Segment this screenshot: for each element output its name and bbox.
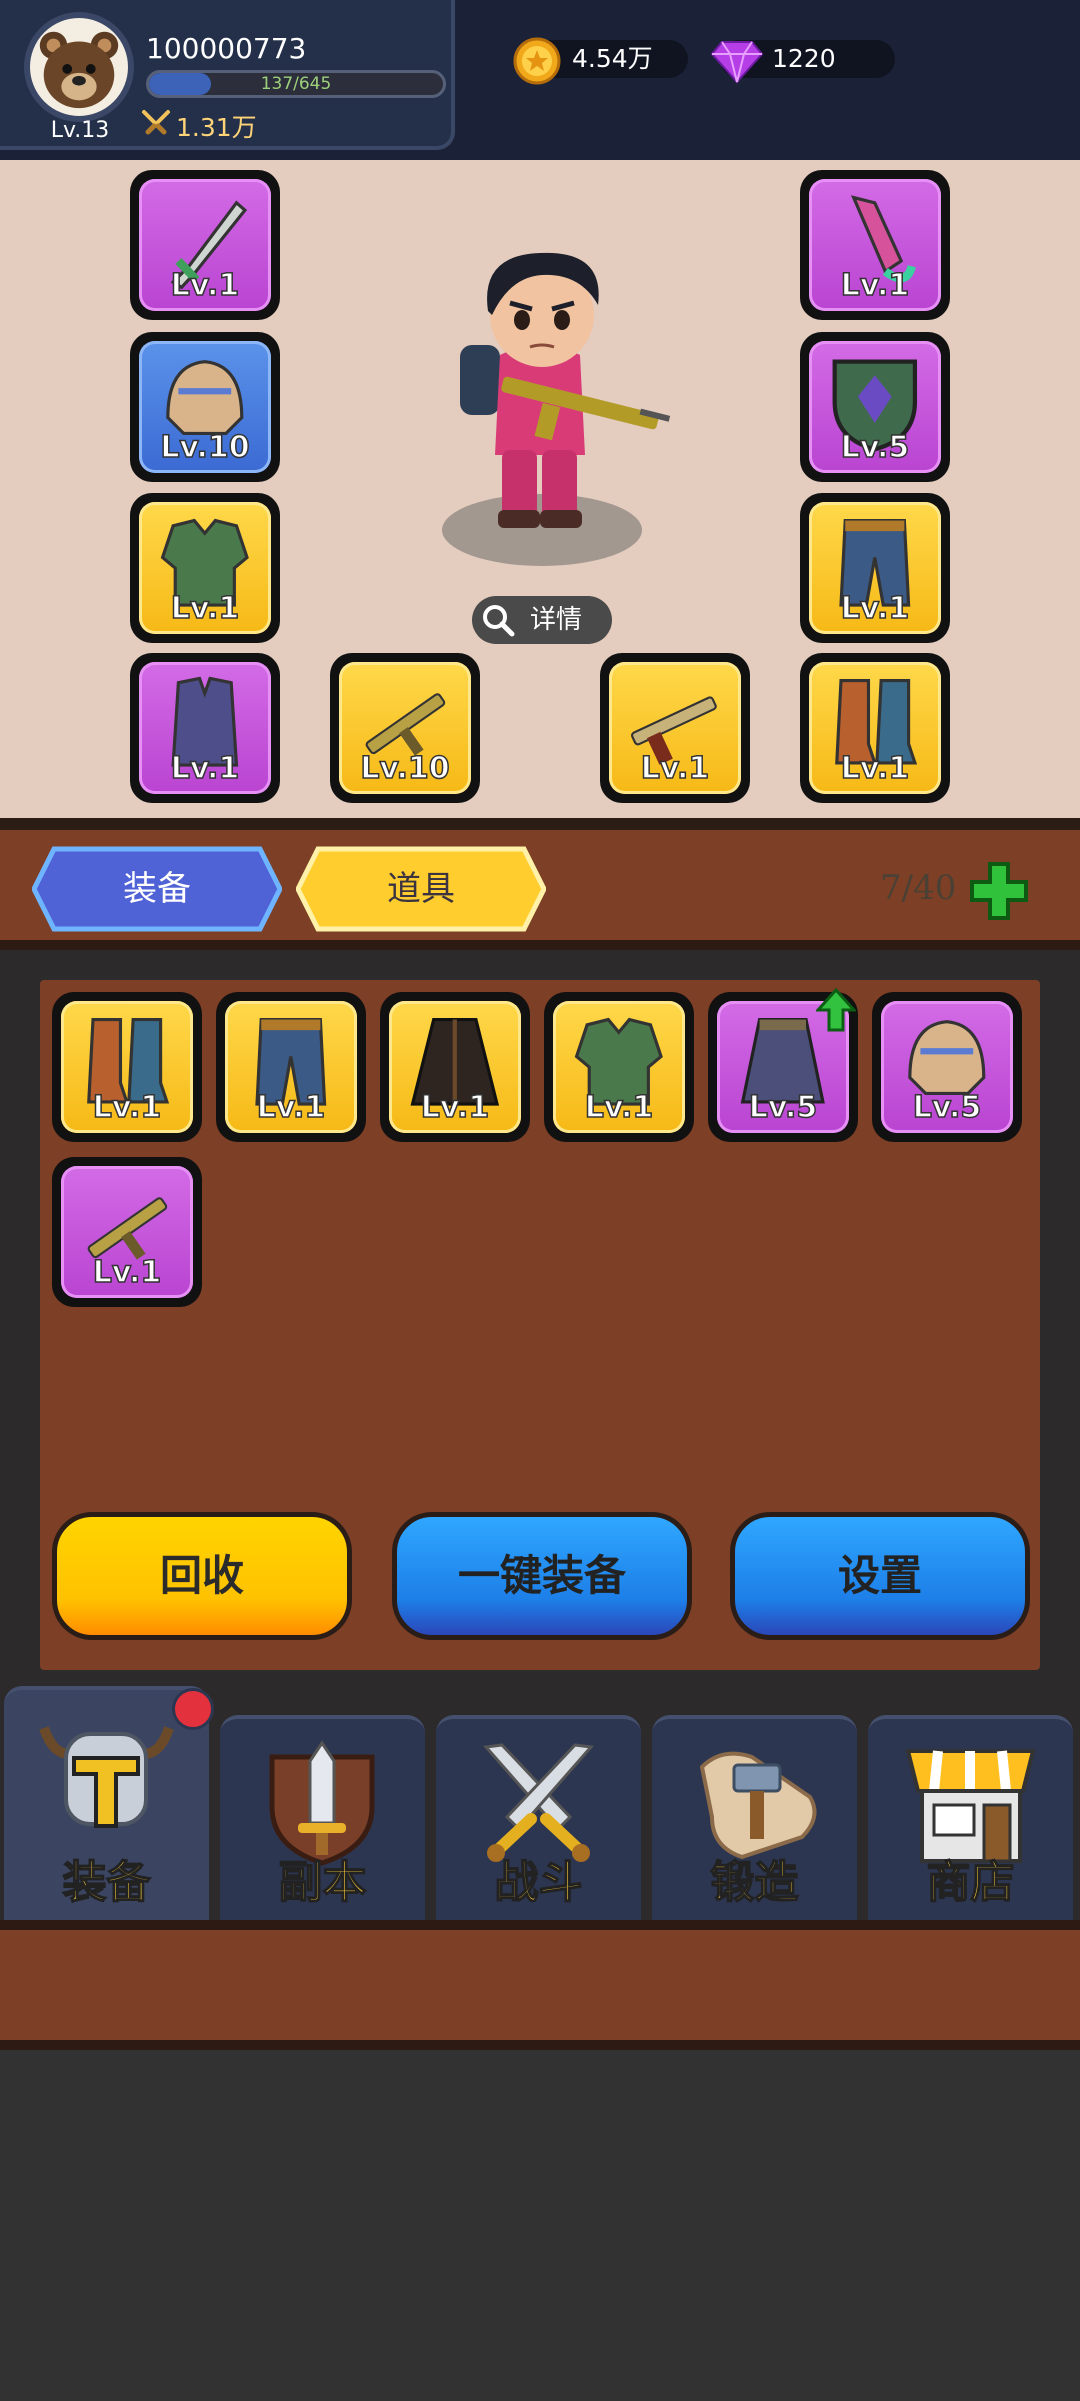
gold-coin-icon bbox=[513, 37, 561, 85]
item-level: Lv.10 bbox=[160, 429, 251, 466]
tab-items-label: 道具 bbox=[387, 869, 455, 909]
equipped-slot-left-3-frame: Lv.1 bbox=[139, 502, 271, 634]
tab-equipment-label: 装备 bbox=[123, 869, 191, 909]
coin-amount: 4.54万 bbox=[572, 44, 653, 73]
combat-power: 1.31万 bbox=[176, 113, 257, 142]
equipped-slot-left-2[interactable]: Lv.10 bbox=[130, 332, 280, 482]
item-level: Lv.10 bbox=[360, 750, 451, 787]
nav-dungeon-label: 副本 bbox=[278, 1856, 368, 1909]
tab-items[interactable]: 道具 bbox=[296, 845, 546, 933]
nav-battle[interactable]: 战斗 bbox=[436, 1715, 641, 1920]
equipped-slot-left-2-frame: Lv.10 bbox=[139, 341, 271, 473]
item-level: Lv.5 bbox=[912, 1089, 982, 1126]
equipped-weapon-slot-2-frame: Lv.1 bbox=[609, 662, 741, 794]
purple-diamond-icon bbox=[710, 41, 764, 84]
nav-shop[interactable]: 商店 bbox=[868, 1715, 1073, 1920]
equipped-weapon-slot-2[interactable]: Lv.1 bbox=[600, 653, 750, 803]
item-level: Lv.1 bbox=[840, 267, 910, 304]
equipped-weapon-slot-1-frame: Lv.10 bbox=[339, 662, 471, 794]
equipped-slot-right-3[interactable]: Lv.1 bbox=[800, 493, 950, 643]
player-level: Lv.13 bbox=[50, 118, 110, 143]
crossed-swords-power-icon bbox=[142, 110, 170, 135]
bag-slot-1[interactable]: Lv.1 bbox=[52, 992, 202, 1142]
bear-avatar-icon bbox=[39, 31, 119, 109]
recycle-button[interactable]: 回收 bbox=[52, 1512, 352, 1640]
item-level: Lv.1 bbox=[170, 590, 240, 627]
magnifier-icon bbox=[483, 605, 515, 637]
equipped-slot-left-1[interactable]: Lv.1 bbox=[130, 170, 280, 320]
equipped-slot-left-3[interactable]: Lv.1 bbox=[130, 493, 280, 643]
exp-bar: 137/645 bbox=[146, 70, 446, 98]
bottom-empty-area bbox=[0, 2050, 1080, 2401]
bag-slot-3-frame: Lv.1 bbox=[389, 1001, 521, 1133]
hero-character[interactable] bbox=[430, 245, 670, 575]
equipped-slot-right-4[interactable]: Lv.1 bbox=[800, 653, 950, 803]
equipped-slot-right-1-frame: Lv.1 bbox=[809, 179, 941, 311]
equipped-slot-left-4-frame: Lv.1 bbox=[139, 662, 271, 794]
item-level: Lv.1 bbox=[92, 1089, 162, 1126]
exp-text: 137/645 bbox=[260, 74, 332, 94]
bag-slot-7[interactable]: Lv.1 bbox=[52, 1157, 202, 1307]
item-level: Lv.1 bbox=[584, 1089, 654, 1126]
equipped-slot-right-2[interactable]: Lv.5 bbox=[800, 332, 950, 482]
item-level: Lv.1 bbox=[840, 590, 910, 627]
item-level: Lv.1 bbox=[640, 750, 710, 787]
tab-equipment[interactable]: 装备 bbox=[32, 845, 282, 933]
bag-slot-6-frame: Lv.5 bbox=[881, 1001, 1013, 1133]
nav-dungeon[interactable]: 副本 bbox=[220, 1715, 425, 1920]
equipped-slot-left-4[interactable]: Lv.1 bbox=[130, 653, 280, 803]
helmet-nav-icon bbox=[39, 1726, 174, 1828]
add-capacity-icon[interactable] bbox=[968, 860, 1030, 922]
bag-slot-2-frame: Lv.1 bbox=[225, 1001, 357, 1133]
bag-slot-2[interactable]: Lv.1 bbox=[216, 992, 366, 1142]
details-button[interactable]: 详情 bbox=[472, 596, 612, 644]
bag-slot-6[interactable]: Lv.5 bbox=[872, 992, 1022, 1142]
item-level: Lv.5 bbox=[840, 429, 910, 466]
nav-battle-label: 战斗 bbox=[494, 1856, 584, 1909]
avatar[interactable] bbox=[24, 12, 134, 122]
bag-slot-7-frame: Lv.1 bbox=[61, 1166, 193, 1298]
item-level: Lv.5 bbox=[748, 1089, 818, 1126]
nav-forge[interactable]: 锻造 bbox=[652, 1715, 857, 1920]
equipped-slot-right-2-frame: Lv.5 bbox=[809, 341, 941, 473]
equipped-slot-right-3-frame: Lv.1 bbox=[809, 502, 941, 634]
item-level: Lv.1 bbox=[170, 267, 240, 304]
notification-badge bbox=[172, 1688, 214, 1730]
bottom-strip bbox=[0, 1920, 1080, 2050]
settings-button[interactable]: 设置 bbox=[730, 1512, 1030, 1640]
gem-amount: 1220 bbox=[772, 44, 836, 73]
equipped-slot-right-4-frame: Lv.1 bbox=[809, 662, 941, 794]
equipped-weapon-slot-1[interactable]: Lv.10 bbox=[330, 653, 480, 803]
equipment-panel-border bbox=[0, 818, 1080, 830]
bag-slot-4[interactable]: Lv.1 bbox=[544, 992, 694, 1142]
item-level: Lv.1 bbox=[420, 1089, 490, 1126]
bag-slot-3[interactable]: Lv.1 bbox=[380, 992, 530, 1142]
item-level: Lv.1 bbox=[170, 750, 240, 787]
bag-capacity: 7/40 bbox=[880, 868, 957, 908]
item-level: Lv.1 bbox=[256, 1089, 326, 1126]
nav-shop-label: 商店 bbox=[926, 1856, 1016, 1909]
item-level: Lv.1 bbox=[92, 1254, 162, 1291]
nav-equipment-label: 装备 bbox=[62, 1856, 152, 1909]
item-level: Lv.1 bbox=[840, 750, 910, 787]
one-key-equip-button[interactable]: 一键装备 bbox=[392, 1512, 692, 1640]
details-label: 详情 bbox=[530, 605, 583, 635]
player-id: 100000773 bbox=[146, 32, 307, 65]
bag-slot-4-frame: Lv.1 bbox=[553, 1001, 685, 1133]
upgrade-arrow-icon bbox=[816, 988, 856, 1032]
equipped-slot-right-1[interactable]: Lv.1 bbox=[800, 170, 950, 320]
equipped-slot-left-1-frame: Lv.1 bbox=[139, 179, 271, 311]
nav-forge-label: 锻造 bbox=[710, 1856, 800, 1909]
bag-slot-1-frame: Lv.1 bbox=[61, 1001, 193, 1133]
